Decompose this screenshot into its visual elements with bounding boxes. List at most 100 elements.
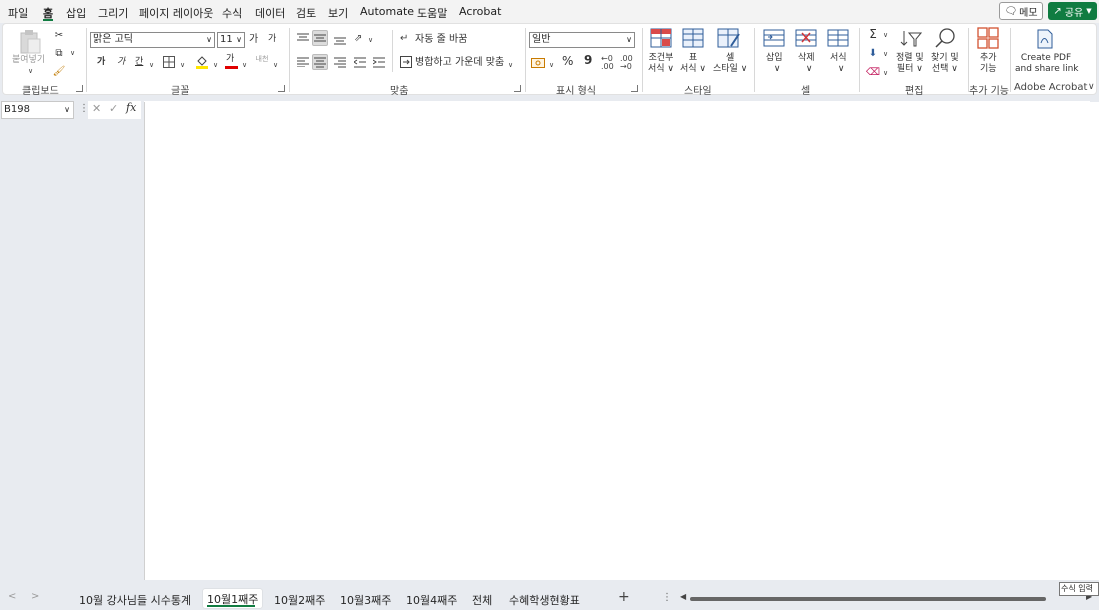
create-pdf-icon[interactable]: [1036, 29, 1054, 52]
horizontal-scroll-thumb[interactable]: [690, 597, 1046, 601]
dialog-launcher-icon[interactable]: [76, 85, 83, 92]
menu-page-layout[interactable]: 페이지 레이아웃: [139, 5, 213, 21]
decrease-indent-icon[interactable]: [353, 57, 366, 71]
menu-data[interactable]: 데이터: [255, 5, 285, 21]
group-separator: [754, 28, 755, 92]
merge-center-button[interactable]: 병합하고 가운데 맞춤: [415, 57, 504, 68]
autosum-icon[interactable]: Σ: [865, 26, 881, 42]
shrink-font-button[interactable]: 가: [268, 34, 276, 45]
add-ins-label: 추가 기능: [980, 53, 997, 74]
collapse-ribbon-icon[interactable]: ∨: [1088, 82, 1095, 92]
chevron-down-icon[interactable]: ∨: [883, 69, 888, 77]
chevron-down-icon[interactable]: ∨: [28, 67, 33, 75]
grow-font-button[interactable]: 가: [249, 34, 258, 45]
sheet-tab[interactable]: 10월 강사님들 시수통계: [79, 592, 191, 608]
fill-color-icon[interactable]: [196, 55, 208, 72]
memo-label: 메모: [1019, 7, 1038, 19]
italic-button[interactable]: 가: [117, 57, 125, 68]
chevron-down-icon[interactable]: ∨: [368, 36, 373, 44]
format-as-table-label: 표 서식 ∨: [680, 53, 707, 74]
menu-insert[interactable]: 삽입: [66, 5, 86, 21]
dialog-launcher-icon[interactable]: [514, 85, 521, 92]
cancel-icon[interactable]: ✕: [92, 102, 101, 115]
increase-indent-icon[interactable]: [372, 57, 385, 71]
format-as-table-icon[interactable]: [682, 28, 704, 51]
chevron-down-icon[interactable]: ∨: [883, 50, 888, 58]
chevron-down-icon[interactable]: ∨: [70, 49, 75, 57]
bold-button[interactable]: 가: [97, 57, 105, 68]
borders-icon[interactable]: [163, 56, 175, 71]
align-bottom-icon[interactable]: [334, 35, 346, 48]
comma-button[interactable]: 9: [584, 54, 592, 66]
worksheet-grid[interactable]: [144, 102, 1090, 580]
align-center-icon[interactable]: [312, 54, 328, 70]
sheet-tab[interactable]: 수혜학생현황표: [509, 592, 580, 608]
sheet-tab[interactable]: 10월2째주: [274, 592, 325, 608]
underline-button[interactable]: 간: [135, 57, 143, 68]
memo-button[interactable]: 🗨 메모: [999, 2, 1043, 20]
delete-cells-icon[interactable]: [795, 29, 817, 50]
copy-icon[interactable]: ⧉: [51, 45, 67, 61]
add-ins-icon[interactable]: [977, 27, 999, 52]
number-format-value: 일반: [532, 34, 551, 45]
add-sheet-button[interactable]: +: [618, 589, 630, 605]
menu-acrobat[interactable]: Acrobat: [459, 5, 501, 18]
vertical-scrollbar[interactable]: [1090, 102, 1099, 580]
number-format-select[interactable]: 일반 ∨: [529, 32, 635, 48]
chevron-down-icon[interactable]: ∨: [64, 102, 70, 118]
chevron-down-icon[interactable]: ∨: [883, 31, 888, 39]
menu-file[interactable]: 파일: [8, 5, 28, 21]
percent-button[interactable]: %: [562, 55, 573, 67]
font-color-button[interactable]: 가: [225, 54, 239, 70]
decrease-decimal-icon[interactable]: .00 →0: [620, 55, 633, 71]
chevron-down-icon[interactable]: ∨: [273, 61, 278, 69]
chevron-down-icon[interactable]: ∨: [149, 61, 154, 69]
insert-cells-icon[interactable]: [763, 29, 785, 50]
align-right-icon[interactable]: [334, 57, 346, 71]
align-middle-icon[interactable]: [312, 30, 328, 46]
paste-icon[interactable]: [19, 29, 41, 55]
menu-review[interactable]: 검토: [296, 5, 316, 21]
font-name-select[interactable]: 맑은 고딕 ∨: [90, 32, 215, 48]
insert-function-button[interactable]: fx: [126, 101, 136, 114]
sheet-tab[interactable]: 10월4째주: [406, 592, 457, 608]
sort-filter-icon[interactable]: [900, 29, 923, 52]
orientation-icon[interactable]: ⇗: [354, 33, 362, 44]
cell-styles-icon[interactable]: [717, 28, 741, 51]
menu-automate[interactable]: Automate: [360, 5, 414, 18]
format-cells-icon[interactable]: [827, 29, 849, 50]
enter-icon[interactable]: ✓: [109, 102, 118, 115]
chevron-down-icon[interactable]: ∨: [242, 61, 247, 69]
font-size-select[interactable]: 11 ∨: [217, 32, 245, 48]
fill-icon[interactable]: ⬇: [865, 45, 881, 61]
format-painter-icon[interactable]: 🖌: [51, 63, 67, 79]
more-sheets-button[interactable]: ⋮: [662, 592, 672, 603]
dialog-launcher-icon[interactable]: [631, 85, 638, 92]
chevron-down-icon[interactable]: ∨: [213, 61, 218, 69]
phonetic-button[interactable]: 내천: [255, 55, 269, 63]
share-button[interactable]: ↗ 공유 ▼: [1048, 2, 1097, 20]
sheet-tab[interactable]: 10월3째주: [340, 592, 391, 608]
cut-icon[interactable]: ✂: [51, 27, 67, 43]
align-top-icon[interactable]: [297, 33, 309, 46]
name-box[interactable]: B198 ∨: [1, 101, 74, 119]
align-left-icon[interactable]: [297, 57, 309, 70]
menu-formulas[interactable]: 수식: [222, 5, 242, 21]
menu-view[interactable]: 보기: [328, 5, 348, 21]
scroll-tabs-left-icon[interactable]: <: [8, 591, 16, 602]
wrap-text-button[interactable]: 자동 줄 바꿈: [415, 34, 467, 45]
conditional-format-icon[interactable]: [650, 28, 672, 51]
increase-decimal-icon[interactable]: ←0.00: [601, 55, 614, 71]
menu-draw[interactable]: 그리기: [98, 5, 128, 21]
chevron-down-icon[interactable]: ∨: [180, 61, 185, 69]
scroll-tabs-right-icon[interactable]: >: [31, 591, 39, 602]
clear-icon[interactable]: ⌫: [865, 64, 881, 80]
chevron-down-icon[interactable]: ∨: [549, 61, 554, 69]
currency-icon[interactable]: [531, 57, 545, 72]
scroll-left-icon[interactable]: ◀: [680, 592, 686, 601]
find-select-icon[interactable]: [934, 27, 956, 52]
menu-help[interactable]: 도움말: [417, 5, 447, 21]
chevron-down-icon[interactable]: ∨: [508, 61, 513, 69]
sheet-tab[interactable]: 전체: [472, 592, 492, 608]
dialog-launcher-icon[interactable]: [278, 85, 285, 92]
